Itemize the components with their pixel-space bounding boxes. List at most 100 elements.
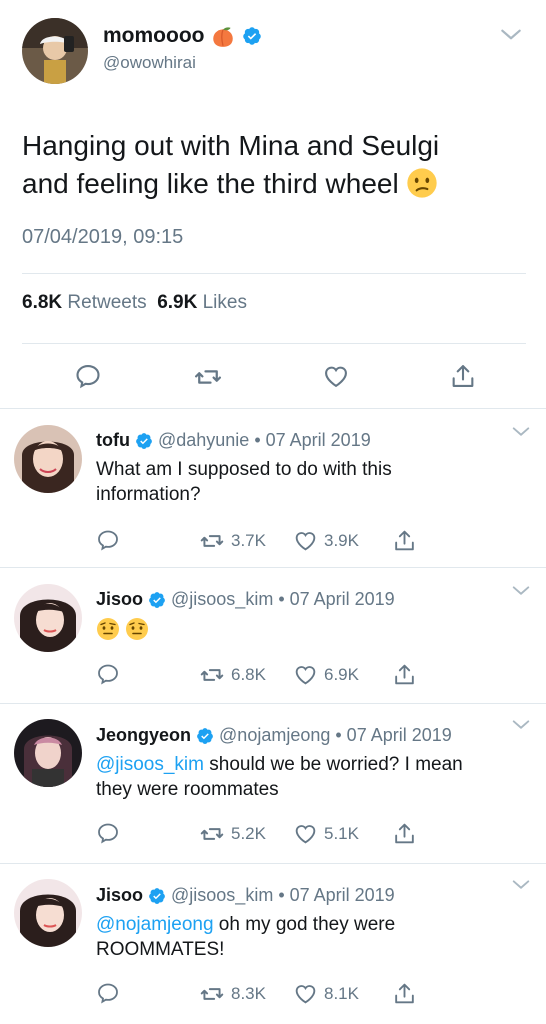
retweet-count: 6.8K <box>231 665 266 684</box>
reply-tweet[interactable]: Jisoo @jisoos_kim • 07 April 2019 6.8K 6… <box>0 568 546 703</box>
chevron-down-icon[interactable] <box>498 22 524 48</box>
retweets-count[interactable]: 6.8K <box>22 292 62 313</box>
reply-header: Jisoo @jisoos_kim • 07 April 2019 <box>96 885 395 906</box>
chevron-down-icon[interactable] <box>510 421 532 443</box>
main-tweet: momoooo @owowhirai Hanging out with Mina… <box>0 0 546 408</box>
reply-text-line1: should we be worried? I mean <box>203 754 463 775</box>
like-icon <box>293 821 318 846</box>
avatar[interactable] <box>22 18 88 84</box>
tweet-text-line2: and feeling like the third wheel <box>22 168 399 199</box>
chevron-down-icon[interactable] <box>510 714 532 736</box>
retweet-icon <box>199 981 225 1007</box>
tweet-stats: 6.8K Retweets 6.9K Likes <box>22 292 247 314</box>
avatar[interactable] <box>14 584 82 652</box>
reply-actions: 6.8K 6.9K <box>0 662 546 688</box>
main-tweet-actions <box>0 362 546 394</box>
reply-name[interactable]: Jisoo <box>96 589 143 610</box>
share-button[interactable] <box>392 662 417 687</box>
reply-icon <box>96 662 120 686</box>
chevron-down-icon[interactable] <box>510 580 532 602</box>
retweet-button[interactable]: 6.8K <box>199 662 266 688</box>
share-button[interactable] <box>392 528 417 553</box>
chevron-down-icon[interactable] <box>510 874 532 896</box>
reply-actions: 8.3K 8.1K <box>0 981 546 1007</box>
reply-handle[interactable]: @jisoos_kim <box>171 589 273 610</box>
reply-tweet[interactable]: Jeongyeon @nojamjeong • 07 April 2019 @j… <box>0 704 546 863</box>
reply-button[interactable] <box>96 528 120 552</box>
reply-handle[interactable]: @dahyunie <box>158 430 249 451</box>
retweet-icon <box>199 528 225 554</box>
tweet-text: Hanging out with Mina and Seulgi and fee… <box>22 127 522 203</box>
tweet-timestamp: 07/04/2019, 09:15 <box>22 226 184 248</box>
share-icon <box>392 662 417 687</box>
retweet-button[interactable]: 3.7K <box>199 528 266 554</box>
reply-header: Jisoo @jisoos_kim • 07 April 2019 <box>96 589 395 610</box>
reply-text-line1-wrap: @jisoos_kim should we be worried? I mean <box>96 752 536 777</box>
like-count: 8.1K <box>324 983 359 1003</box>
reply-handle[interactable]: @nojamjeong <box>219 725 330 746</box>
reply-icon[interactable] <box>74 362 102 390</box>
reply-tweet[interactable]: Jisoo @jisoos_kim • 07 April 2019 @nojam… <box>0 864 546 1024</box>
share-button[interactable] <box>392 981 417 1006</box>
like-icon <box>293 528 318 553</box>
share-button[interactable] <box>392 821 417 846</box>
reply-text-line2: ROOMMATES! <box>96 939 225 960</box>
peach-icon <box>210 23 236 49</box>
like-icon[interactable] <box>322 362 350 390</box>
share-icon <box>392 821 417 846</box>
confused-face-icon <box>406 167 438 199</box>
reply-name[interactable]: Jeongyeon <box>96 725 191 746</box>
mention-link[interactable]: @jisoos_kim <box>96 754 204 775</box>
reply-name[interactable]: Jisoo <box>96 885 143 906</box>
reply-icon <box>96 981 120 1005</box>
like-count: 6.9K <box>324 664 359 684</box>
reply-date: • 07 April 2019 <box>278 589 395 609</box>
verified-badge-icon <box>242 26 262 46</box>
retweet-count: 5.2K <box>231 824 266 843</box>
likes-label[interactable]: Likes <box>203 292 247 313</box>
like-button[interactable]: 6.9K <box>293 662 359 687</box>
display-name-text: momoooo <box>103 24 205 47</box>
like-button[interactable]: 5.1K <box>293 821 359 846</box>
like-icon <box>293 981 318 1006</box>
reply-actions: 3.7K 3.9K <box>0 528 546 554</box>
mention-link[interactable]: @nojamjeong <box>96 914 214 935</box>
retweet-count: 8.3K <box>231 984 266 1003</box>
avatar[interactable] <box>14 879 82 947</box>
retweet-button[interactable]: 8.3K <box>199 981 266 1007</box>
retweet-icon[interactable] <box>193 362 223 392</box>
likes-count[interactable]: 6.9K <box>157 292 197 313</box>
retweet-count: 3.7K <box>231 531 266 550</box>
reply-text: What am I supposed to do with this infor… <box>96 457 536 507</box>
retweets-label[interactable]: Retweets <box>67 292 146 313</box>
share-icon <box>392 981 417 1006</box>
reply-button[interactable] <box>96 821 120 845</box>
avatar[interactable] <box>14 719 82 787</box>
divider <box>22 273 526 274</box>
reply-date: • 07 April 2019 <box>254 430 371 450</box>
tweet-text-line2-wrap: and feeling like the third wheel <box>22 165 522 203</box>
reply-text: @nojamjeong oh my god they were ROOMMATE… <box>96 912 536 962</box>
avatar[interactable] <box>14 425 82 493</box>
display-name[interactable]: momoooo <box>103 23 262 49</box>
reply-button[interactable] <box>96 981 120 1005</box>
reply-text: @jisoos_kim should we be worried? I mean… <box>96 752 536 802</box>
like-button[interactable]: 3.9K <box>293 528 359 553</box>
reply-handle[interactable]: @jisoos_kim <box>171 885 273 906</box>
reply-text-line1: What am I supposed to do with this <box>96 459 392 480</box>
verified-badge-icon <box>148 887 166 905</box>
reply-name[interactable]: tofu <box>96 430 130 451</box>
like-icon <box>293 662 318 687</box>
reply-tweet[interactable]: tofu @dahyunie • 07 April 2019 What am I… <box>0 409 546 567</box>
handle[interactable]: @owowhirai <box>103 53 196 73</box>
reply-actions: 5.2K 5.1K <box>0 821 546 847</box>
reply-header: tofu @dahyunie • 07 April 2019 <box>96 430 371 451</box>
like-button[interactable]: 8.1K <box>293 981 359 1006</box>
reply-date: • 07 April 2019 <box>278 885 395 905</box>
reply-icon <box>96 821 120 845</box>
reply-header: Jeongyeon @nojamjeong • 07 April 2019 <box>96 725 452 746</box>
share-icon[interactable] <box>449 362 477 390</box>
retweet-button[interactable]: 5.2K <box>199 821 266 847</box>
reply-button[interactable] <box>96 662 120 686</box>
retweet-icon <box>199 821 225 847</box>
